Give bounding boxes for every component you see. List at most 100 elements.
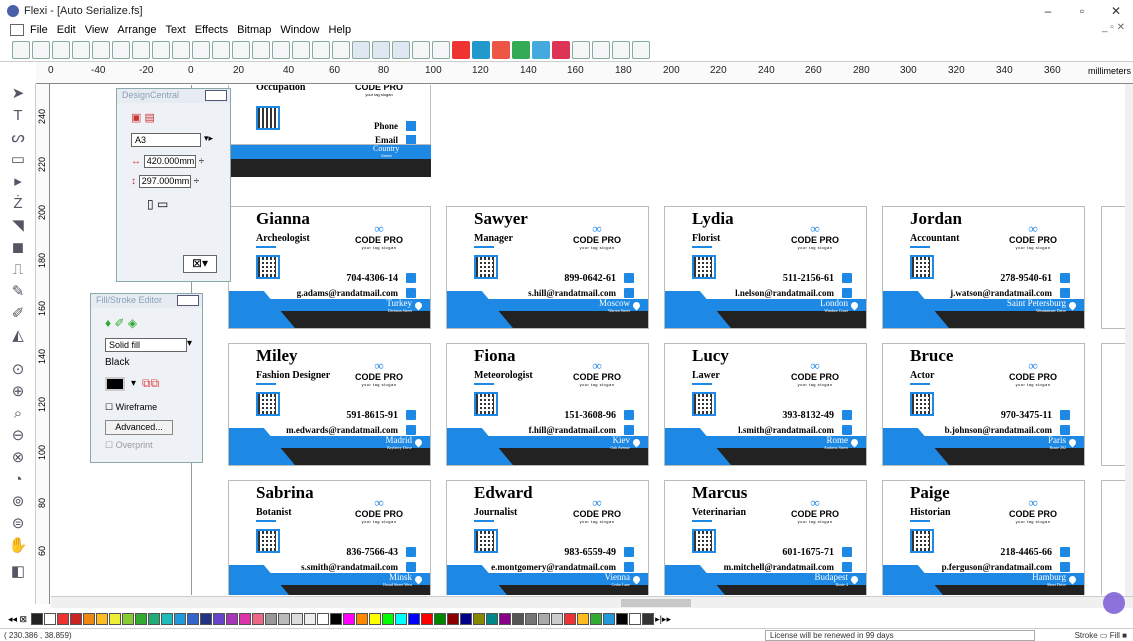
color-swatch[interactable] [83,613,96,625]
palette-scroll-right-icon[interactable]: ▸|▸▸ [655,614,671,625]
zoom-fit-tool-icon[interactable]: ⊙ [8,360,28,380]
document-icon[interactable] [10,24,24,36]
business-card[interactable]: Edward Journalist ∞ CODE PRO your tag slogan… [446,480,649,595]
color-swatch[interactable] [252,613,265,625]
envelope-icon[interactable]: ⊠▾ [183,255,217,273]
weld-icon[interactable] [572,40,590,59]
color-swatch[interactable] [343,613,356,625]
send-icon[interactable] [172,40,190,59]
import-icon[interactable] [72,40,90,59]
menu-arrange[interactable]: Arrange [117,24,156,36]
blend-icon[interactable] [612,40,630,59]
chevron-down-icon[interactable]: ▾ [131,378,136,389]
horizontal-scrollbar[interactable] [51,596,1133,608]
color-swatch[interactable] [278,613,291,625]
rectangle-tool-icon[interactable]: ▭ [8,150,28,170]
color-swatch[interactable] [447,613,460,625]
cutter-icon[interactable] [132,40,150,59]
open-file-icon[interactable] [32,40,50,59]
zoom-page-tool-icon[interactable]: ⌕ [8,404,28,424]
copy-icon[interactable] [232,40,250,59]
color-swatch[interactable] [395,613,408,625]
business-card-template[interactable]: Occupation CODE PRO your tag slogan Phon… [228,85,431,145]
undo-list-icon[interactable] [312,40,330,59]
zoom-in-tool-icon[interactable]: ⊕ [8,382,28,402]
overprint-checkbox[interactable]: ☐ [105,440,113,450]
business-card[interactable]: Bruce Actor ∞ CODE PRO your tag slogan 970-34… [882,343,1085,466]
production-manager-icon[interactable] [152,40,170,59]
color-swatch[interactable] [421,613,434,625]
color-swatch[interactable] [122,613,135,625]
cut-icon[interactable] [212,40,230,59]
color-swatch[interactable] [408,613,421,625]
color-swatch[interactable] [148,613,161,625]
shadow-tool-icon[interactable]: ◥ [8,216,28,236]
redo-list-icon[interactable] [332,40,350,59]
rip-icon[interactable] [632,40,650,59]
color-swatch[interactable] [382,613,395,625]
color-swatch[interactable] [460,613,473,625]
color-swatch[interactable] [356,613,369,625]
chevron-down-icon[interactable]: ▾▸ [204,133,213,147]
design-central-icon[interactable] [412,40,430,59]
business-card[interactable]: Fiona Meteorologist ∞ CODE PRO your tag slog… [446,343,649,466]
color-swatch[interactable] [564,613,577,625]
export-icon[interactable] [92,40,110,59]
minimize-button[interactable]: – [1031,0,1065,22]
color-swatch[interactable] [174,613,187,625]
wireframe-checkbox[interactable]: ☐ [105,402,113,412]
color-swatch[interactable] [109,613,122,625]
color-swatch[interactable] [473,613,486,625]
zoom-out-tool-icon[interactable]: ⊖ [8,426,28,446]
fill-stroke-tab-icons[interactable]: ♦ ✐ ◈ [105,316,137,330]
bitmap-icon[interactable] [512,40,530,59]
save-icon[interactable] [52,40,70,59]
color-swatch[interactable] [538,613,551,625]
zoom-icon[interactable] [432,40,450,59]
fill-editor-icon[interactable] [472,40,490,59]
vertical-scrollbar[interactable] [1125,84,1133,596]
maximize-button[interactable]: ▫ [1065,0,1099,22]
page-setup-tab-icon[interactable]: ▣ ▤ [131,111,155,124]
spin-icon[interactable]: ÷ [199,156,205,167]
spin-icon[interactable]: ÷ [194,176,200,187]
color-swatch[interactable] [551,613,564,625]
menu-window[interactable]: Window [280,24,319,36]
color-swatch[interactable] [265,613,278,625]
color-swatch[interactable] [499,613,512,625]
menu-help[interactable]: Help [329,24,352,36]
color-picker-tool-icon[interactable]: ◧ [8,562,28,582]
orientation-icons[interactable]: ▯ ▭ [147,197,168,211]
distort-tool-icon[interactable]: Ż [8,194,28,214]
color-swatch[interactable] [96,613,109,625]
color-swatch[interactable] [577,613,590,625]
color-swatch[interactable] [105,376,125,391]
fill-type-select[interactable]: Solid fill [105,338,187,352]
group-icon[interactable] [352,40,370,59]
color-swatch[interactable] [590,613,603,625]
color-swatch[interactable] [629,613,642,625]
zoom-all-tool-icon[interactable]: ⊚ [8,492,28,512]
business-card[interactable]: Jordan Accountant ∞ CODE PRO your tag slogan… [882,206,1085,329]
color-swatch[interactable] [434,613,447,625]
undo-icon[interactable] [272,40,290,59]
business-card[interactable]: Miley Fashion Designer ∞ CODE PRO your tag s… [228,343,431,466]
page-size-select[interactable]: A3 [131,133,201,147]
plot-icon[interactable] [192,40,210,59]
color-swatch[interactable] [525,613,538,625]
close-button[interactable]: ✕ [1099,0,1133,22]
copy-fill-icon[interactable]: ⧉⧉ [142,376,159,391]
business-card[interactable]: Marcus Veterinarian ∞ CODE PRO your tag slog… [664,480,867,595]
business-card[interactable]: Lydia Florist ∞ CODE PRO your tag slogan 511-… [664,206,867,329]
eraser-tool-icon[interactable]: ◭ [8,326,28,346]
layers-icon[interactable] [532,40,550,59]
redo-icon[interactable] [292,40,310,59]
color-swatch[interactable] [642,613,655,625]
color-swatch[interactable] [304,613,317,625]
business-card[interactable]: Paige Historian ∞ CODE PRO your tag slogan 21… [882,480,1085,595]
print-icon[interactable] [112,40,130,59]
palette-scroll-left-icon[interactable]: ◂◂ ⊠ [8,614,27,625]
serialize-icon[interactable] [552,40,570,59]
color-swatch[interactable] [603,613,616,625]
width-input[interactable]: 420.000mm [143,155,196,168]
